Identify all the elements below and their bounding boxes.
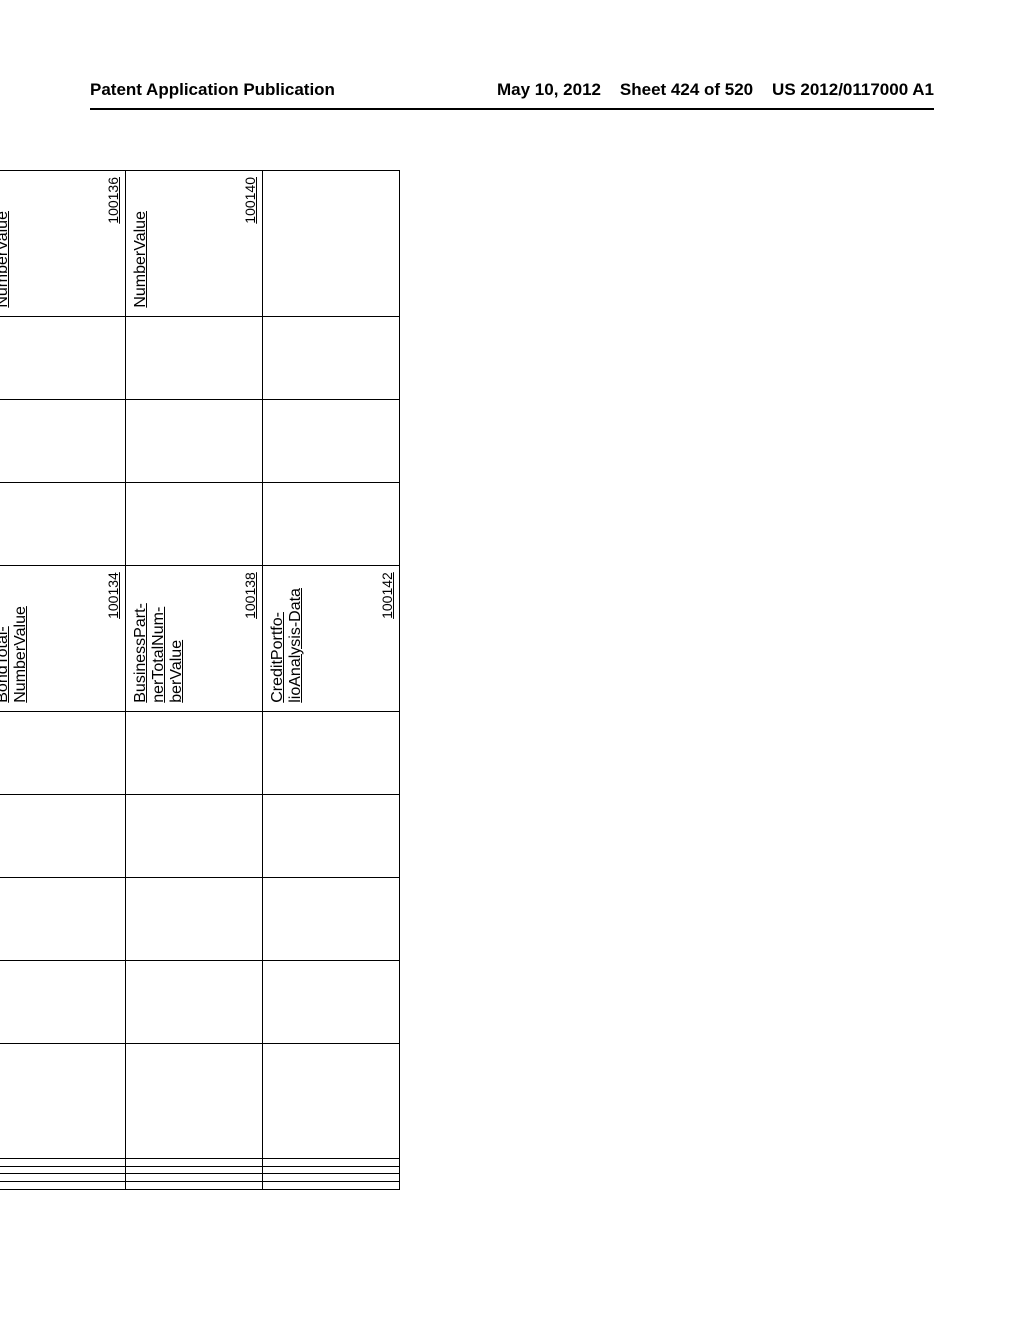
cell-level2 (125, 878, 262, 961)
data-table: Package level1 level2 level3 level4 leve… (0, 170, 400, 1190)
cell-level3 (262, 794, 399, 877)
cell-datatype (262, 171, 399, 317)
header-left: Patent Application Publication (90, 80, 335, 100)
cell-level5: BondTotal-NumberValue 100134 (0, 566, 125, 712)
datatype-ref: 100136 (105, 177, 121, 224)
stub-cell (125, 1158, 262, 1189)
level5-text: CreditPortfo-lioAnalysis-Data (269, 588, 304, 703)
cell-level5: CreditPortfo-lioAnalysis-Data 100142 (262, 566, 399, 712)
datatype-text: NumberValue (132, 211, 149, 308)
level5-ref: 100134 (105, 572, 121, 619)
datatype-ref: 100140 (242, 177, 258, 224)
cell-level8 (262, 316, 399, 399)
cell-level6 (262, 483, 399, 566)
header-date: May 10, 2012 (497, 80, 601, 99)
cell-level7 (0, 399, 125, 482)
cell-package (0, 1044, 125, 1158)
level5-ref: 100138 (242, 572, 258, 619)
cell-datatype: NumberValue 100140 (125, 171, 262, 317)
table-row: CreditPortfo-lioAnalysis-Data 100142 (262, 171, 399, 1190)
stub-cell (0, 1158, 125, 1189)
cell-level4 (262, 711, 399, 794)
cell-level4 (0, 711, 125, 794)
stub-cell (262, 1158, 399, 1189)
cell-level6 (125, 483, 262, 566)
level5-text: BondTotal-NumberValue (0, 606, 29, 703)
level5-ref: 100142 (379, 572, 395, 619)
header-rule (90, 108, 934, 110)
table-row: BusinessPart-nerTotalNum-berValue 100138… (125, 171, 262, 1190)
cell-datatype: NumberValue 100136 (0, 171, 125, 317)
header-sheet: Sheet 424 of 520 (620, 80, 753, 99)
cell-level8 (0, 316, 125, 399)
cell-package (125, 1044, 262, 1158)
level5-text: BusinessPart-nerTotalNum-berValue (132, 603, 185, 703)
cell-level8 (125, 316, 262, 399)
datatype-text: NumberValue (0, 211, 11, 308)
cell-level2 (0, 878, 125, 961)
cell-level4 (125, 711, 262, 794)
cell-package (262, 1044, 399, 1158)
cell-level1 (125, 961, 262, 1044)
cell-level1 (0, 961, 125, 1044)
table-row: BondTotal-NumberValue 100134 NumberValue… (0, 171, 125, 1190)
cell-level3 (125, 794, 262, 877)
cell-level7 (125, 399, 262, 482)
cell-level3 (0, 794, 125, 877)
header-pubnum: US 2012/0117000 A1 (772, 80, 934, 99)
cell-level1 (262, 961, 399, 1044)
cell-level6 (0, 483, 125, 566)
data-table-container: Package level1 level2 level3 level4 leve… (10, 380, 1024, 980)
cell-level7 (262, 399, 399, 482)
cell-level2 (262, 878, 399, 961)
cell-level5: BusinessPart-nerTotalNum-berValue 100138 (125, 566, 262, 712)
